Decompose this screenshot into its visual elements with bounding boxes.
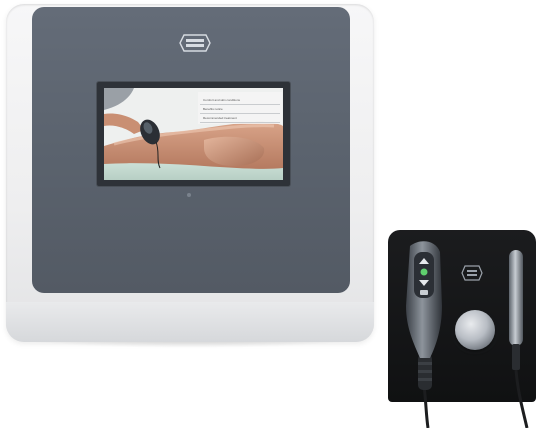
therapy-handpiece-icon[interactable] xyxy=(392,236,454,428)
power-indicator-icon xyxy=(187,193,191,197)
brand-badge-icon xyxy=(179,34,211,52)
brand-badge-icon xyxy=(461,265,483,281)
screen-menu-item[interactable]: Benefits notice xyxy=(200,105,280,114)
touchscreen[interactable]: Comfort and skin conditions Benefits not… xyxy=(104,88,283,180)
screen-menu-item[interactable]: Recommended treatment xyxy=(200,114,280,123)
round-metal-button-icon[interactable] xyxy=(455,310,495,350)
screen-menu: Comfort and skin conditions Benefits not… xyxy=(200,96,280,123)
cylindrical-probe-icon[interactable] xyxy=(503,244,539,428)
device-front-edge xyxy=(6,302,374,342)
screen-menu-item[interactable]: Comfort and skin conditions xyxy=(200,96,280,105)
